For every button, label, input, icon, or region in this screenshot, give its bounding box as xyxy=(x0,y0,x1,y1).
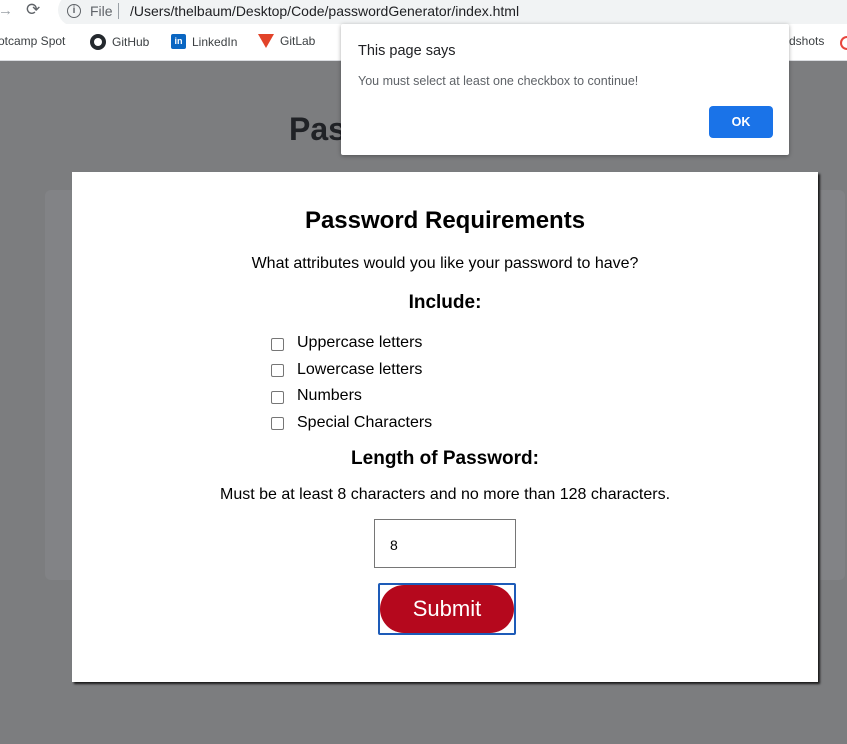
modal-title: Password Requirements xyxy=(304,207,586,234)
bookmark-extra-icon[interactable] xyxy=(840,36,847,50)
bookmark-gitlab[interactable]: GitLab xyxy=(258,34,315,48)
bookmark-linkedin[interactable]: in LinkedIn xyxy=(171,34,237,49)
bookmark-label: otcamp Spot xyxy=(0,34,66,48)
checkbox-label: Numbers xyxy=(297,387,362,405)
password-requirements-modal: Password Requirements What attributes wo… xyxy=(72,172,818,682)
bookmark-bootcamp-spot[interactable]: otcamp Spot xyxy=(0,34,65,48)
alert-dialog: This page says You must select at least … xyxy=(341,24,789,155)
file-label: File xyxy=(90,3,113,19)
gitlab-icon xyxy=(258,34,274,48)
checkbox-label: Special Characters xyxy=(297,413,433,431)
lowercase-checkbox[interactable] xyxy=(271,364,284,378)
length-note: Must be at least 8 characters and no mor… xyxy=(219,486,671,503)
ok-button[interactable]: OK xyxy=(709,106,773,138)
bookmark-label: dshots xyxy=(789,34,825,48)
password-length-input[interactable]: 8 xyxy=(374,519,516,568)
checkbox-list: Uppercase letters Lowercase letters Numb… xyxy=(271,330,432,436)
checkbox-row-lowercase[interactable]: Lowercase letters xyxy=(271,357,432,384)
forward-arrow-icon[interactable]: → xyxy=(0,2,13,19)
url-text[interactable]: /Users/thelbaum/Desktop/Code/passwordGen… xyxy=(130,3,519,19)
checkbox-label: Lowercase letters xyxy=(297,360,423,378)
length-title: Length of Password: xyxy=(351,448,539,469)
linkedin-icon: in xyxy=(171,34,186,49)
numbers-checkbox[interactable] xyxy=(271,390,284,404)
alert-title: This page says xyxy=(358,43,456,59)
browser-address-bar: → ⟳ i File /Users/thelbaum/Desktop/Code/… xyxy=(0,0,847,26)
reload-icon[interactable]: ⟳ xyxy=(26,0,40,20)
page-heading: Pas xyxy=(289,111,346,147)
bookmark-dshots[interactable]: dshots xyxy=(789,34,824,48)
checkbox-row-uppercase[interactable]: Uppercase letters xyxy=(271,330,432,357)
submit-button[interactable]: Submit xyxy=(380,585,514,633)
special-characters-checkbox[interactable] xyxy=(271,417,284,431)
checkbox-row-special[interactable]: Special Characters xyxy=(271,410,432,437)
bookmark-label: GitHub xyxy=(112,35,150,49)
bookmark-label: LinkedIn xyxy=(192,34,238,49)
checkbox-label: Uppercase letters xyxy=(297,334,423,352)
bookmark-label: GitLab xyxy=(280,34,316,48)
url-separator xyxy=(118,3,119,19)
attributes-question: What attributes would you like your pass… xyxy=(251,255,639,272)
info-icon[interactable]: i xyxy=(67,4,81,18)
alert-message: You must select at least one checkbox to… xyxy=(358,74,639,88)
checkbox-row-numbers[interactable]: Numbers xyxy=(271,383,432,410)
github-icon xyxy=(90,34,106,50)
bookmark-github[interactable]: GitHub xyxy=(90,34,149,50)
include-label: Include: xyxy=(408,292,482,313)
uppercase-checkbox[interactable] xyxy=(271,337,284,351)
